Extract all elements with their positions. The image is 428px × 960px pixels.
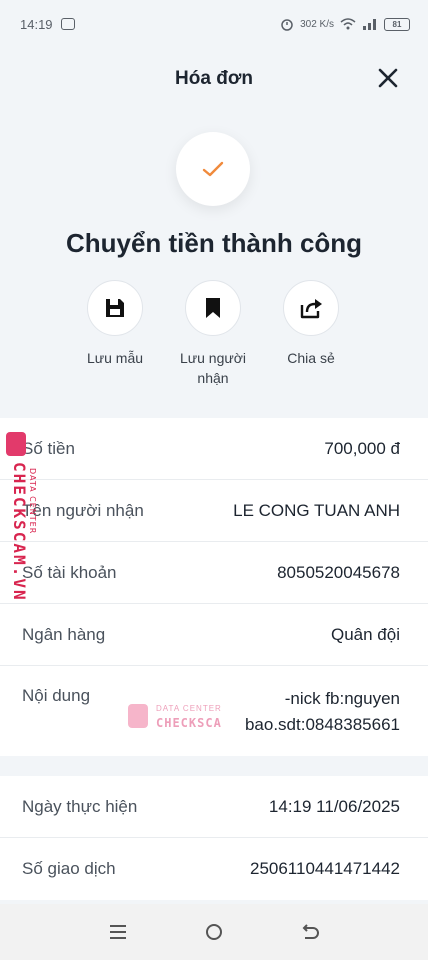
transaction-card: Ngày thực hiện 14:19 11/06/2025 Số giao … [0, 776, 428, 900]
detail-row-bank: Ngân hàng Quân đội [0, 604, 428, 666]
watermark-tag: DATA CENTER [28, 468, 37, 535]
header: Hóa đơn [0, 48, 428, 110]
watermark-center: DATA CENTER CHECKSCA [128, 700, 288, 734]
back-icon [302, 924, 319, 939]
action-icon-circle [185, 280, 241, 336]
bookmark-icon [206, 298, 220, 318]
status-bar: 14:19 302 K/s 81 [0, 0, 428, 48]
watermark-brand: CHECKSCAM.VN [10, 462, 29, 602]
status-left: 14:19 [20, 17, 75, 32]
close-button[interactable] [374, 64, 402, 92]
action-icon-circle [87, 280, 143, 336]
amount-value: 700,000 đ [324, 438, 400, 458]
wifi-icon [340, 18, 356, 30]
status-right: 302 K/s 81 [280, 17, 410, 31]
date-label: Ngày thực hiện [22, 796, 138, 816]
system-nav-bar [0, 904, 428, 960]
menu-button[interactable] [98, 912, 138, 952]
network-speed: 302 K/s [300, 18, 334, 30]
save-recipient-button[interactable]: Lưu người nhận [163, 280, 263, 388]
detail-row-amount: Số tiền 700,000 đ [0, 418, 428, 480]
content-label: Nội dung [22, 686, 91, 705]
date-value: 14:19 11/06/2025 [268, 796, 400, 816]
watermark-side: CHECKSCAM.VN DATA CENTER [4, 432, 44, 612]
transaction-id-label: Số giao dịch [22, 859, 116, 878]
recipient-value: LE CONG TUAN ANH [233, 500, 400, 520]
floppy-disk-icon [106, 299, 124, 317]
back-button[interactable] [290, 912, 330, 952]
bank-label: Ngân hàng [22, 624, 106, 644]
save-template-button[interactable]: Lưu mẫu [65, 280, 165, 368]
home-button[interactable] [194, 912, 234, 952]
action-bar: Lưu mẫu Lưu người nhận Chia sẻ [0, 280, 428, 400]
alarm-icon [281, 19, 293, 31]
check-icon [202, 161, 224, 177]
home-icon [206, 924, 222, 940]
share-button[interactable]: Chia sẻ [261, 280, 361, 368]
close-icon [378, 68, 398, 88]
lock-icon [6, 432, 26, 456]
detail-row-date: Ngày thực hiện 14:19 11/06/2025 [0, 776, 428, 838]
action-label: Chia sẻ [287, 350, 335, 366]
watermark-center-brand: CHECKSCA [156, 716, 222, 730]
watermark-center-tag: DATA CENTER [156, 704, 222, 713]
battery-icon: 81 [384, 17, 410, 31]
notification-icon [60, 18, 75, 30]
detail-row-recipient: Tên người nhận LE CONG TUAN ANH [0, 480, 428, 542]
share-icon [300, 299, 322, 319]
action-label: Lưu người nhận [179, 350, 247, 386]
detail-row-account: Số tài khoản 8050520045678 [0, 542, 428, 604]
action-icon-circle [283, 280, 339, 336]
signal-icon [363, 19, 376, 30]
success-badge [176, 132, 250, 206]
action-label: Lưu mẫu [86, 350, 144, 366]
battery-level: 81 [392, 19, 402, 29]
page-title: Hóa đơn [175, 68, 253, 89]
lock-icon [128, 704, 148, 728]
success-title: Chuyển tiền thành công [65, 228, 363, 258]
menu-icon [110, 925, 126, 939]
account-value: 8050520045678 [277, 562, 400, 582]
status-time: 14:19 [20, 16, 53, 32]
detail-row-transaction-id: Số giao dịch 2506110441471442 [0, 838, 428, 900]
transaction-id-value: 2506110441471442 [249, 859, 400, 878]
bank-value: Quân đội [331, 624, 400, 644]
